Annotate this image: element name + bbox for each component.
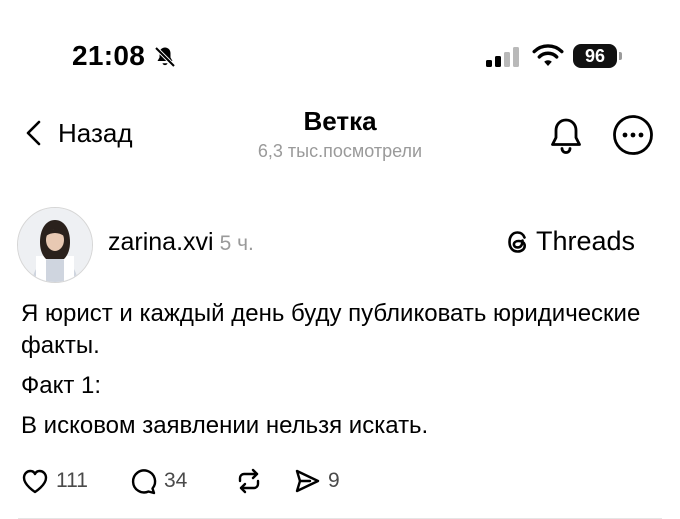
share-count: 9: [328, 469, 340, 492]
post-author-row: zarina.xvi 5 ч.: [108, 228, 254, 257]
threads-logo-icon: [508, 230, 527, 253]
like-count: 111: [56, 469, 88, 492]
bell-icon[interactable]: [546, 115, 586, 155]
post-text: Я юрист и каждый день буду публиковать ю…: [21, 298, 661, 442]
post-paragraph: Факт 1:: [21, 372, 102, 399]
cellular-signal-icon: [486, 47, 519, 67]
avatar-photo: [18, 208, 92, 282]
username[interactable]: zarina.xvi: [108, 228, 214, 256]
like-button[interactable]: 111: [20, 464, 88, 498]
battery-tip: [619, 52, 622, 60]
post-paragraph: В исковом заявлении нельзя искать.: [21, 412, 429, 439]
repost-icon: [238, 468, 260, 494]
battery-level: 96: [573, 44, 617, 68]
bell-slash-icon: [154, 46, 176, 68]
battery-icon: 96: [573, 44, 623, 68]
avatar[interactable]: [17, 207, 93, 283]
post-time: 5 ч.: [219, 232, 254, 255]
wifi-icon: [532, 44, 564, 66]
repost-button[interactable]: [234, 464, 264, 498]
status-time: 21:08: [72, 40, 146, 71]
threads-label: Threads: [536, 226, 636, 256]
more-horizontal-icon[interactable]: [612, 114, 654, 156]
heart-icon: [22, 469, 48, 494]
share-button[interactable]: 9: [292, 464, 340, 498]
comment-icon: [131, 469, 157, 495]
post-paragraph: Я юрист и каждый день буду публиковать ю…: [21, 300, 641, 359]
reply-button[interactable]: 34: [128, 464, 187, 498]
reply-count: 34: [164, 469, 188, 492]
threads-brand: Threads: [504, 226, 635, 257]
send-icon: [295, 469, 320, 493]
